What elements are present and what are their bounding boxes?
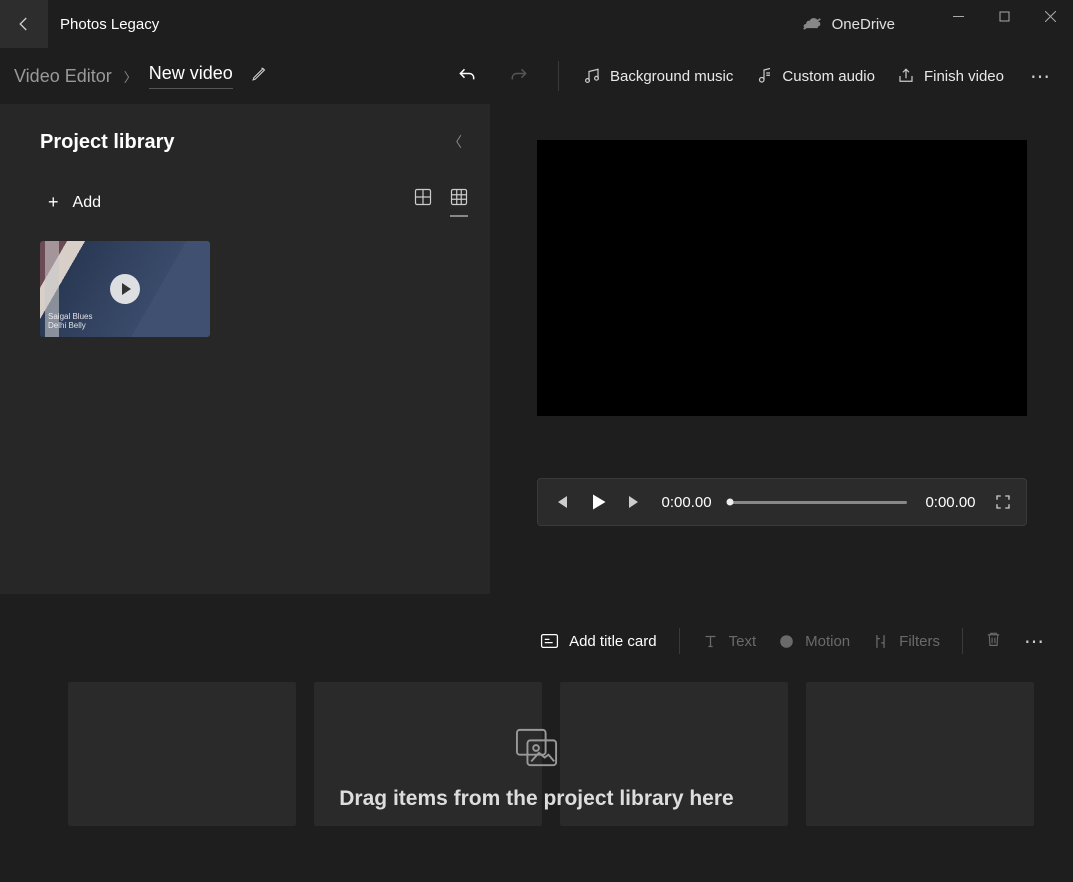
main-area: Project library 〈 + Add Saigal Blues Del… xyxy=(0,104,1073,594)
editor-toolbar: Video Editor 〉 New video Background musi… xyxy=(0,48,1073,104)
play-overlay-icon xyxy=(110,274,140,304)
rename-button[interactable] xyxy=(251,65,268,87)
title-card-icon xyxy=(540,633,559,649)
breadcrumb-root[interactable]: Video Editor xyxy=(14,66,112,87)
fullscreen-button[interactable] xyxy=(994,493,1012,511)
seek-slider[interactable] xyxy=(730,501,908,504)
large-grid-view-button[interactable] xyxy=(414,188,432,217)
play-icon xyxy=(588,492,608,512)
view-toggle-group xyxy=(414,188,468,217)
app-title: Photos Legacy xyxy=(60,16,159,33)
motion-button: Motion xyxy=(778,633,850,650)
add-media-button[interactable]: + Add xyxy=(40,186,109,219)
preview-canvas[interactable] xyxy=(537,140,1027,416)
playback-controls: 0:00.00 0:00.00 xyxy=(537,478,1027,526)
title-bar: Photos Legacy OneDrive xyxy=(0,0,1073,48)
current-time: 0:00.00 xyxy=(662,494,712,511)
background-music-button[interactable]: Background music xyxy=(579,61,737,91)
preview-area: 0:00.00 0:00.00 xyxy=(490,104,1073,594)
music-notes-icon xyxy=(583,67,601,85)
trash-icon xyxy=(985,630,1002,648)
custom-audio-button[interactable]: Custom audio xyxy=(751,61,879,91)
project-library-panel: Project library 〈 + Add Saigal Blues Del… xyxy=(0,104,490,594)
maximize-button[interactable] xyxy=(981,0,1027,32)
text-icon xyxy=(702,633,719,650)
toolbar-separator xyxy=(558,61,559,91)
storyboard-toolbar: Add title card Text Motion Filters ⋯ xyxy=(0,618,1073,664)
storyboard-slot[interactable] xyxy=(314,682,542,826)
next-frame-button[interactable] xyxy=(626,493,644,511)
previous-frame-button[interactable] xyxy=(552,493,570,511)
breadcrumb: Video Editor 〉 New video xyxy=(14,63,268,89)
redo-button xyxy=(500,57,538,95)
back-button[interactable] xyxy=(0,0,48,48)
storyboard-separator xyxy=(679,628,680,654)
total-time: 0:00.00 xyxy=(925,494,975,511)
step-back-icon xyxy=(552,493,570,511)
close-button[interactable] xyxy=(1027,0,1073,32)
motion-icon xyxy=(778,633,795,650)
delete-clip-button xyxy=(985,630,1002,653)
undo-icon xyxy=(457,66,477,86)
step-forward-icon xyxy=(626,493,644,511)
audio-icon xyxy=(755,67,773,85)
grid-small-icon xyxy=(450,188,468,206)
window-controls xyxy=(935,0,1073,32)
library-clip-thumbnail[interactable]: Saigal Blues Delhi Belly xyxy=(40,241,210,337)
storyboard-slot[interactable] xyxy=(806,682,1034,826)
storyboard-separator xyxy=(962,628,963,654)
project-library-title: Project library xyxy=(40,131,175,154)
plus-icon: + xyxy=(48,192,59,213)
project-name[interactable]: New video xyxy=(149,63,233,89)
storyboard-slot[interactable] xyxy=(560,682,788,826)
pencil-icon xyxy=(251,65,268,82)
add-title-card-button[interactable]: Add title card xyxy=(540,633,657,650)
storyboard-slot[interactable] xyxy=(68,682,296,826)
onedrive-status[interactable]: OneDrive xyxy=(802,16,895,33)
text-button: Text xyxy=(702,633,757,650)
play-button[interactable] xyxy=(588,492,608,512)
collapse-library-button[interactable]: 〈 xyxy=(442,126,468,158)
expand-icon xyxy=(994,493,1012,511)
redo-icon xyxy=(509,66,529,86)
grid-large-icon xyxy=(414,188,432,206)
finish-video-button[interactable]: Finish video xyxy=(893,61,1008,91)
filters-button: Filters xyxy=(872,633,940,650)
arrow-left-icon xyxy=(15,15,33,33)
undo-button[interactable] xyxy=(448,57,486,95)
storyboard-more-button[interactable]: ⋯ xyxy=(1024,629,1045,654)
filters-icon xyxy=(872,633,889,650)
onedrive-label: OneDrive xyxy=(832,16,895,33)
toolbar-more-button[interactable]: ⋯ xyxy=(1022,64,1059,89)
export-icon xyxy=(897,67,915,85)
cloud-off-icon xyxy=(802,17,822,31)
minimize-button[interactable] xyxy=(935,0,981,32)
small-grid-view-button[interactable] xyxy=(450,188,468,217)
clip-caption: Saigal Blues Delhi Belly xyxy=(48,312,92,331)
storyboard-area: Add title card Text Motion Filters ⋯ xyxy=(0,594,1073,862)
storyboard-track[interactable]: Drag items from the project library here xyxy=(0,682,1073,862)
chevron-right-icon: 〉 xyxy=(124,67,137,86)
